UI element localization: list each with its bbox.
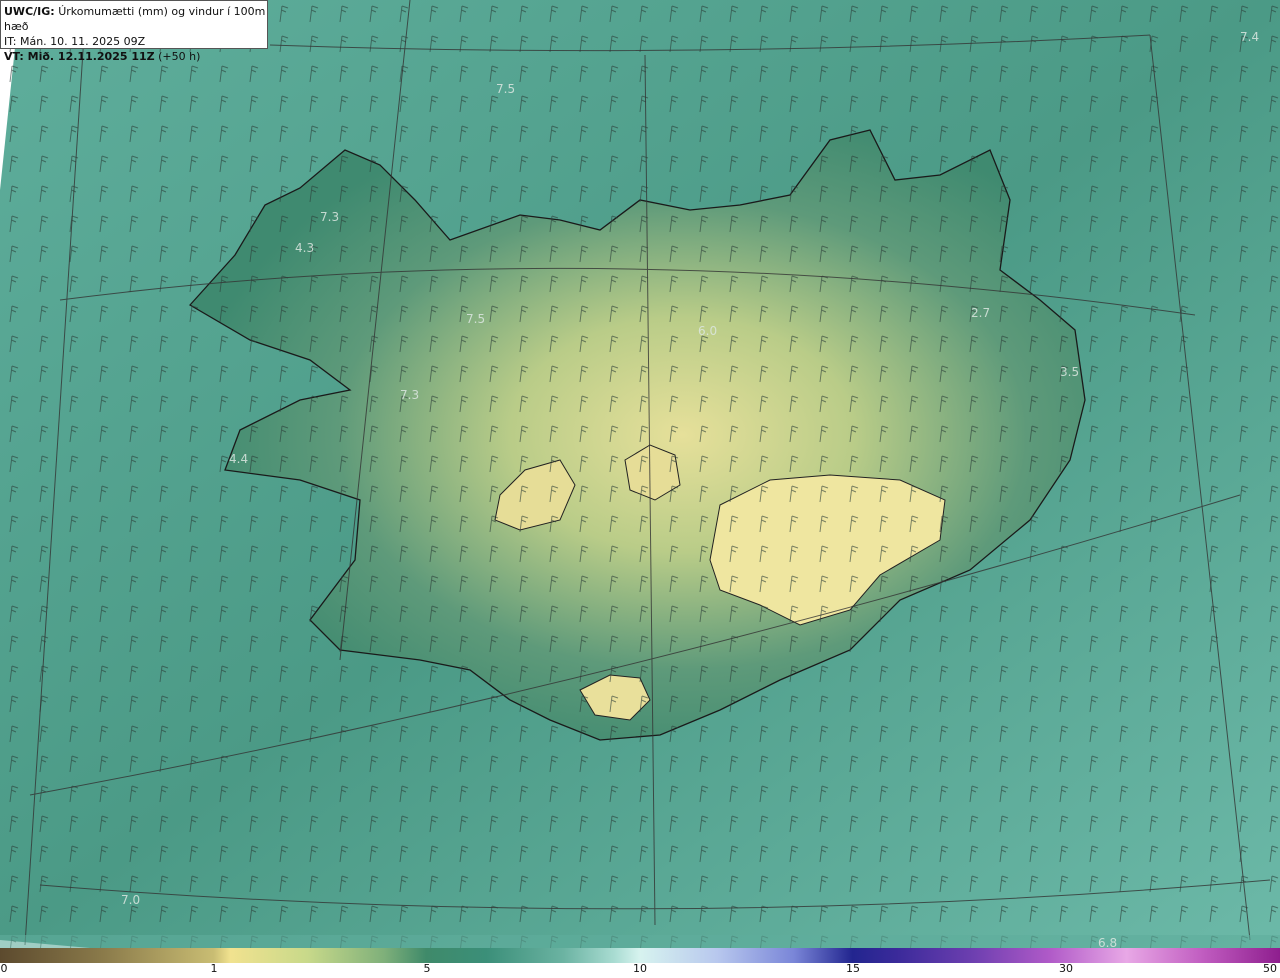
product-line: UWC/IG: Úrkomumætti (mm) og vindur í 100… [4, 4, 267, 34]
colorbar-tick: 10 [633, 962, 647, 975]
map-value-label: 7.0 [121, 893, 141, 907]
issue-time: IT: Mán. 10. 11. 2025 09Z [4, 35, 146, 48]
map-title-box: UWC/IG: Úrkomumætti (mm) og vindur í 100… [0, 0, 268, 63]
map-value-label: 4.4 [229, 452, 249, 466]
map-value-label: 6.0 [698, 324, 718, 338]
map-value-label: 7.4 [1240, 30, 1260, 44]
forecast-offset: (+50 h) [158, 50, 201, 63]
colorbar-strip [0, 948, 1280, 963]
map-value-label: 7.3 [320, 210, 340, 224]
map-value-label: 3.5 [1060, 365, 1080, 379]
colorbar-tick: 1 [210, 962, 218, 975]
wind-barbs-layer [0, 0, 1280, 948]
colorbar-tick: 30 [1059, 962, 1073, 975]
weather-map: 7.5 7.3 4.3 7.5 7.3 4.4 6.0 2.7 3.5 7.4 … [0, 0, 1280, 948]
colorbar-tick: 15 [846, 962, 860, 975]
map-canvas [0, 0, 1280, 948]
map-value-label: 7.5 [466, 312, 486, 326]
product-code: UWC/IG: [4, 5, 55, 18]
colorbar-tick: 50 [1263, 962, 1277, 975]
valid-time-line: VT: Mið. 12.11.2025 11Z (+50 h) [4, 49, 267, 64]
map-value-label: 7.3 [400, 388, 420, 402]
colorbar-legend: 0 1 5 10 15 30 50 [0, 948, 1280, 978]
map-value-label: 7.5 [496, 82, 516, 96]
map-value-label: 2.7 [971, 306, 991, 320]
valid-time: VT: Mið. 12.11.2025 11Z [4, 50, 155, 63]
map-value-label: 6.8 [1098, 936, 1118, 948]
colorbar-tick: 5 [423, 962, 431, 975]
colorbar-tick: 0 [0, 962, 8, 975]
map-value-label: 4.3 [295, 241, 315, 255]
